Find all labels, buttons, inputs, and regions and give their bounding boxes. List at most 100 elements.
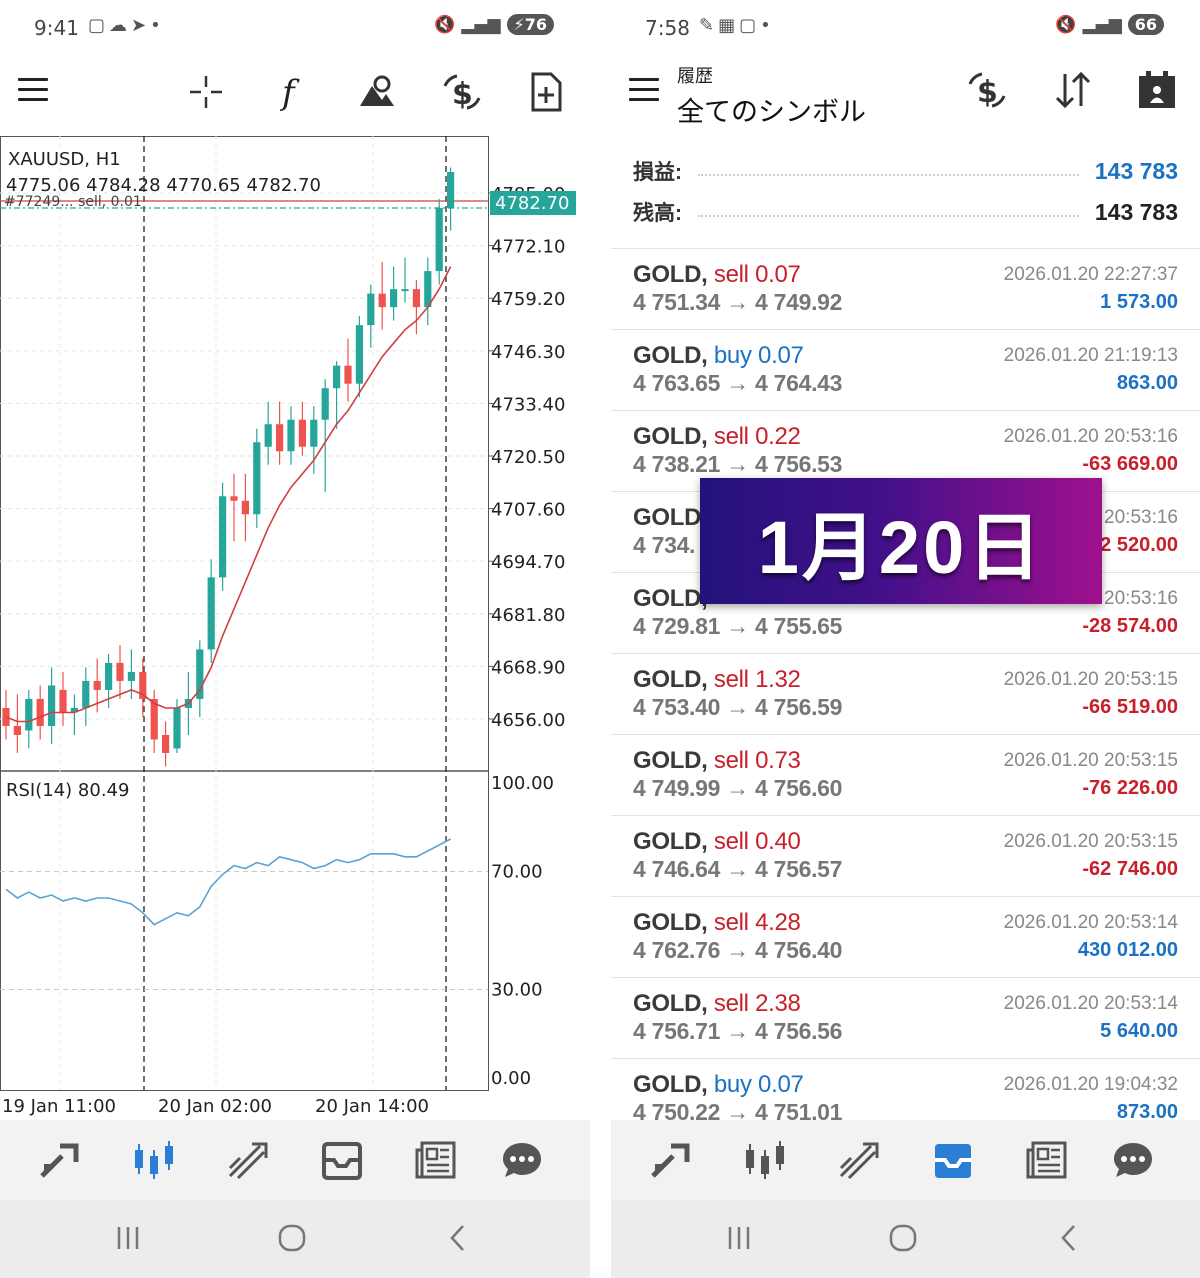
deal-row[interactable]: GOLD, sell 0.40 4 746.64 → 4 756.57 2026.0… — [611, 815, 1200, 896]
candle-body — [162, 734, 170, 753]
bottom-nav — [611, 1120, 1200, 1200]
news-tab-icon[interactable] — [412, 1136, 460, 1184]
symbol-filter-title[interactable]: 全てのシンボル — [677, 90, 866, 129]
deal-row[interactable]: GOLD, sell 1.32 4 753.40 → 4 756.59 2026.0… — [611, 653, 1200, 734]
chart-svg[interactable]: 4785.004772.104759.204746.304733.404720.… — [0, 136, 590, 1120]
menu-icon[interactable] — [629, 78, 659, 104]
rsi-label: RSI(14) 80.49 — [6, 780, 129, 801]
deal-row[interactable]: GOLD, sell 0.73 4 749.99 → 4 756.60 2026.0… — [611, 734, 1200, 815]
chart-tab-icon[interactable] — [130, 1136, 178, 1184]
deal-volume: 1.32 — [755, 666, 801, 693]
candle-body — [344, 365, 352, 384]
objects-icon[interactable] — [354, 70, 398, 114]
deal-title: GOLD, sell 1.32 — [633, 666, 801, 694]
deal-symbol: GOLD, — [633, 747, 708, 774]
quotes-tab-icon[interactable] — [647, 1136, 695, 1184]
candle-body — [435, 208, 443, 272]
price-tick-label: 4746.30 — [491, 342, 565, 363]
home-icon[interactable] — [883, 1218, 923, 1258]
bottom-nav — [0, 1120, 590, 1200]
status-right: 🔇 ▂▄▆ ⚡76 — [434, 14, 554, 35]
balance-row: 残高: 143 783 — [633, 197, 1178, 227]
chat-tab-icon[interactable] — [498, 1136, 546, 1184]
candle-body — [401, 289, 409, 292]
deal-time: 2026.01.20 20:53:14 — [1003, 912, 1178, 933]
deal-prices: 4 753.40 → 4 756.59 — [633, 694, 843, 720]
chart-ohlc-label: 4775.06 4784.28 4770.65 4782.70 — [6, 175, 321, 196]
history-tab-icon[interactable] — [929, 1136, 977, 1184]
crosshair-icon[interactable] — [184, 70, 228, 114]
deal-title: GOLD, sell 0.07 — [633, 261, 801, 289]
deal-time: 2026.01.20 20:53:15 — [1003, 669, 1178, 690]
deal-side: sell — [713, 909, 749, 936]
deal-side: buy — [713, 342, 752, 369]
trade-tab-icon[interactable] — [835, 1136, 883, 1184]
deal-side: sell — [713, 747, 749, 774]
deal-volume: 0.22 — [755, 423, 801, 450]
menu-icon[interactable] — [18, 78, 48, 104]
recent-apps-icon[interactable] — [719, 1218, 759, 1258]
system-nav-bar — [611, 1200, 1200, 1278]
calendar-icon[interactable] — [1135, 68, 1179, 112]
price-chart[interactable]: 4785.004772.104759.204746.304733.404720.… — [0, 136, 590, 1120]
home-icon[interactable] — [272, 1218, 312, 1258]
notification-icons: ✎▦▢• — [699, 15, 775, 36]
new-order-icon[interactable] — [524, 70, 568, 114]
profit-label: 損益: — [633, 161, 682, 184]
history-screen: 7:58 ✎▦▢• 🔇 ▂▄▆ 66 履歴 全てのシンボル $ 損益: 143 … — [611, 0, 1200, 1278]
dotted-leader — [698, 215, 1079, 217]
deal-volume: 2.38 — [755, 990, 801, 1017]
trade-dollar-icon[interactable]: $ — [440, 70, 484, 114]
sort-icon[interactable] — [1051, 68, 1095, 112]
candle-body — [287, 419, 295, 452]
deal-profit: 430 012.00 — [1077, 939, 1178, 961]
candle-body — [447, 172, 455, 209]
candle-body — [412, 289, 420, 308]
indicator-f-icon[interactable]: f — [270, 70, 314, 114]
deal-time: 2026.01.20 20:53:16 — [1003, 426, 1178, 447]
price-tick-label: 4759.20 — [491, 289, 565, 310]
deal-time: 2026.01.20 21:19:13 — [1003, 345, 1178, 366]
chart-tab-icon[interactable] — [741, 1136, 789, 1184]
candle-body — [36, 698, 44, 726]
candle-body — [276, 424, 284, 452]
deal-title: GOLD, buy 0.07 — [633, 1071, 804, 1099]
deal-symbol: GOLD, — [633, 666, 708, 693]
deal-row[interactable]: GOLD, buy 0.07 4 763.65 → 4 764.43 2026.01… — [611, 329, 1200, 410]
candle-body — [310, 419, 318, 447]
current-price-value: 4782.70 — [495, 193, 569, 214]
deal-prices: 4 729.81 → 4 755.65 — [633, 613, 843, 639]
deal-side: buy — [713, 1071, 752, 1098]
deal-row[interactable]: GOLD, sell 0.07 4 751.34 → 4 749.92 2026.0… — [611, 248, 1200, 329]
deal-row[interactable]: GOLD, sell 4.28 4 762.76 → 4 756.40 2026.0… — [611, 896, 1200, 977]
battery-level: ⚡76 — [506, 14, 554, 35]
price-tick-label: 4656.00 — [491, 710, 565, 731]
deal-time: 20:53:16 — [1104, 507, 1178, 528]
recent-apps-icon[interactable] — [108, 1218, 148, 1258]
deal-profit: 1 573.00 — [1100, 291, 1178, 313]
trade-dollar-icon[interactable]: $ — [965, 68, 1009, 112]
back-icon[interactable] — [438, 1218, 478, 1258]
back-icon[interactable] — [1049, 1218, 1089, 1258]
history-tab-icon[interactable] — [318, 1136, 366, 1184]
price-tick-label: 4720.50 — [491, 447, 565, 468]
deal-row[interactable]: GOLD, sell 2.38 4 756.71 → 4 756.56 2026.0… — [611, 977, 1200, 1058]
deal-side: sell — [713, 990, 749, 1017]
deal-title: GOLD, sell 0.73 — [633, 747, 801, 775]
quotes-tab-icon[interactable] — [36, 1136, 84, 1184]
trade-tab-icon[interactable] — [224, 1136, 272, 1184]
status-bar: 7:58 ✎▦▢• 🔇 ▂▄▆ 66 — [611, 0, 1200, 56]
deal-time: 20:53:16 — [1104, 588, 1178, 609]
candle-body — [321, 388, 329, 420]
deal-volume: 0.07 — [758, 342, 804, 369]
svg-text:f: f — [279, 73, 300, 112]
deal-time: 2026.01.20 20:53:15 — [1003, 750, 1178, 771]
candle-body — [13, 725, 21, 735]
candle-body — [390, 289, 398, 308]
candle-body — [105, 662, 113, 690]
signal-icon: ▂▄▆ — [461, 14, 501, 35]
news-tab-icon[interactable] — [1023, 1136, 1071, 1184]
chat-tab-icon[interactable] — [1109, 1136, 1157, 1184]
signal-icon: ▂▄▆ — [1082, 14, 1122, 35]
deal-volume: 0.07 — [755, 261, 801, 288]
